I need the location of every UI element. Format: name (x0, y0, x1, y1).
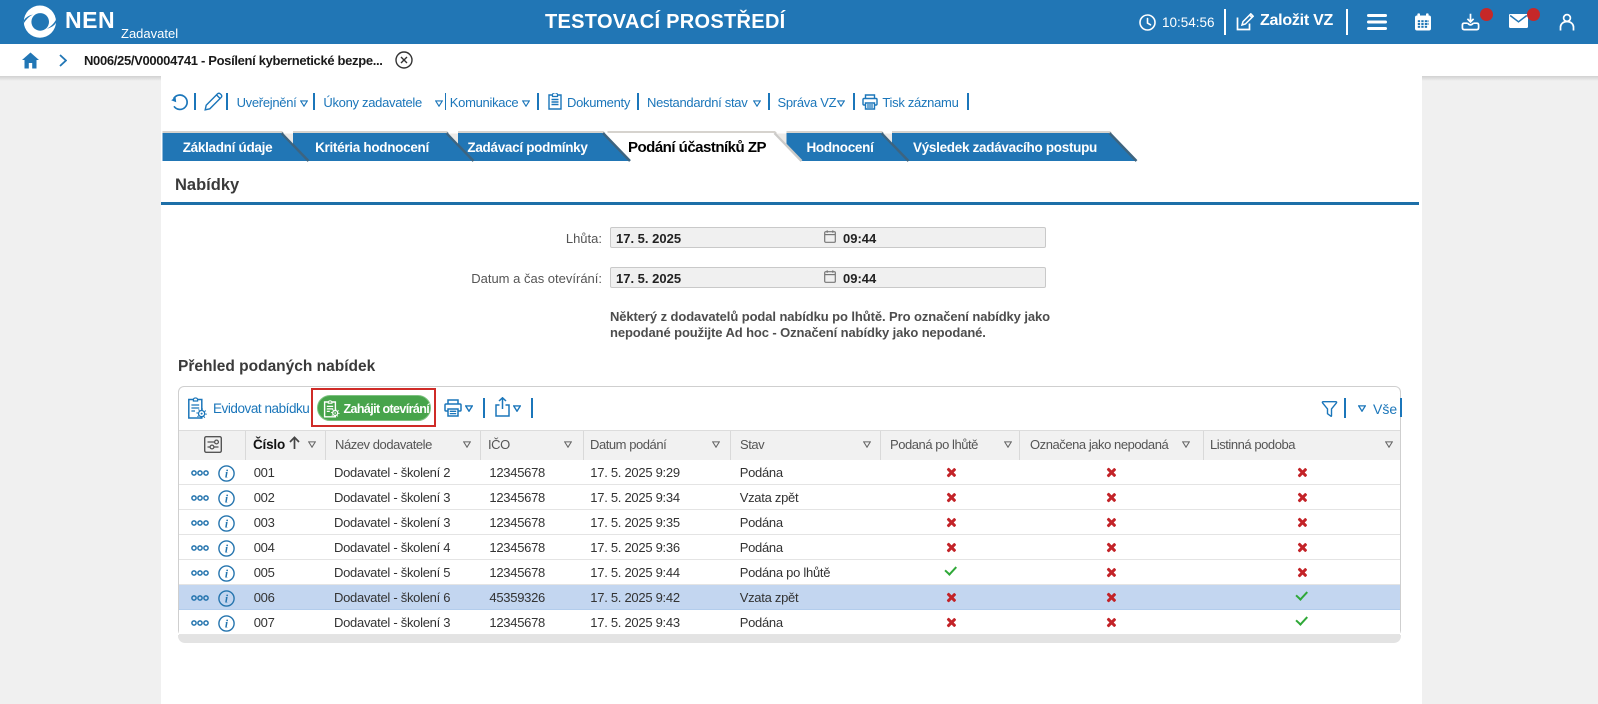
svg-text:i: i (225, 568, 229, 580)
svg-text:i: i (225, 543, 229, 555)
svg-text:i: i (225, 468, 229, 480)
svg-text:i: i (225, 593, 229, 605)
svg-text:i: i (225, 493, 229, 505)
svg-text:i: i (225, 618, 229, 630)
svg-text:i: i (225, 518, 229, 530)
